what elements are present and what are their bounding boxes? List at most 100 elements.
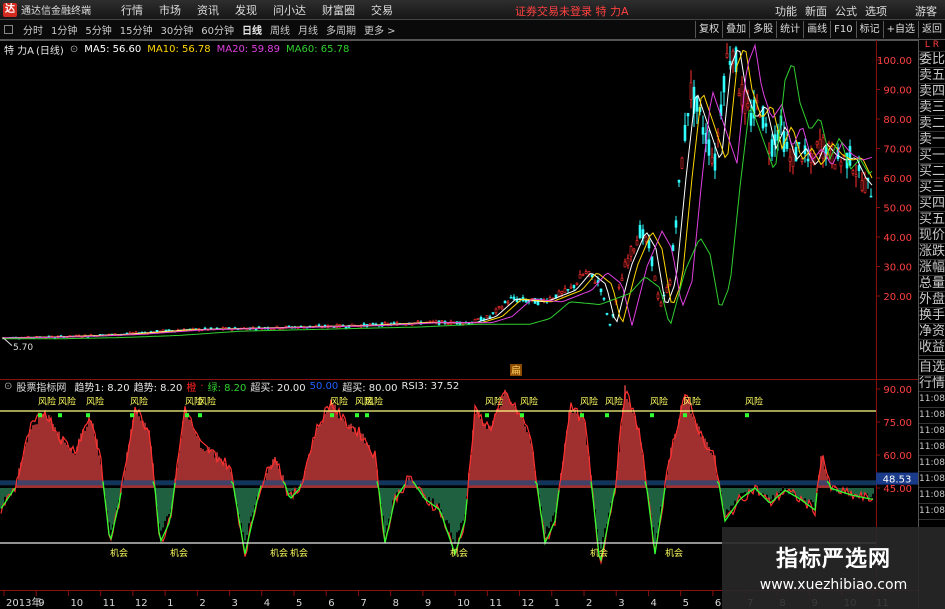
side-bottom-tab-2[interactable]: 11:08 [919, 392, 945, 408]
menu-item-function[interactable]: 功能 [771, 3, 801, 19]
side-panel-header[interactable]: L R [919, 40, 945, 52]
mark-button[interactable]: 标记 [855, 21, 883, 38]
candle-body [713, 153, 717, 171]
candle-body [728, 60, 732, 65]
side-tab-0[interactable]: 委比 [919, 52, 945, 68]
candle-body [572, 284, 576, 288]
candle-body [671, 245, 675, 252]
back-button[interactable]: 返回 [918, 21, 945, 38]
time-tick-label: 4 [650, 598, 656, 608]
ind-tick-label: 75.00 [883, 418, 912, 429]
side-tab-15[interactable]: 外盘 [919, 292, 945, 308]
side-bottom-tab-6[interactable]: 11:08 [919, 456, 945, 472]
side-tab-2[interactable]: 卖四 [919, 84, 945, 100]
chance-label: 机会 [665, 547, 683, 559]
menu-item-discover[interactable]: 发现 [227, 2, 265, 18]
menu-item-options[interactable]: 选项 [861, 3, 891, 19]
side-tab-17[interactable]: 净资 [919, 324, 945, 340]
menu-item-new-page[interactable]: 新面 [801, 3, 831, 19]
guest-label[interactable]: 游客 [911, 3, 941, 19]
side-bottom-tab-3[interactable]: 11:08 [919, 408, 945, 424]
side-tab-1[interactable]: 卖五 [919, 68, 945, 84]
period-tab-60min[interactable]: 60分钟 [197, 22, 238, 37]
side-tab-4[interactable]: 卖二 [919, 116, 945, 132]
side-tab-6[interactable]: 买一 [919, 148, 945, 164]
menu-item-formula[interactable]: 公式 [831, 3, 861, 19]
time-tick-label: 2 [199, 598, 205, 608]
trade-login-alert[interactable]: 证券交易未登录 特 力A [515, 3, 629, 19]
candle-body [740, 84, 744, 106]
period-tab-weekly[interactable]: 周线 [266, 22, 294, 37]
period-tab-more[interactable]: 更多 > [360, 22, 400, 37]
risk-label: 风险 [330, 395, 348, 407]
menu-item-trade[interactable]: 交易 [363, 2, 401, 18]
collapse-icon[interactable]: ⊙ [70, 44, 78, 55]
candle-body [344, 326, 348, 329]
side-tab-8[interactable]: 买三 [919, 180, 945, 196]
period-tab-30min[interactable]: 30分钟 [156, 22, 197, 37]
period-tab-multi[interactable]: 多周期 [322, 22, 360, 37]
risk-marker [365, 413, 369, 418]
risk-marker [38, 413, 42, 418]
candle-body [155, 330, 159, 332]
side-tab-10[interactable]: 买五 [919, 212, 945, 228]
side-tab-11[interactable]: 现价 [919, 228, 945, 244]
side-tab-3[interactable]: 卖三 [919, 100, 945, 116]
menu-item-wealth[interactable]: 财富圈 [314, 2, 363, 18]
period-tab-daily[interactable]: 日线 [238, 22, 266, 37]
candle-body [839, 161, 843, 167]
side-tab-16[interactable]: 换手 [919, 308, 945, 324]
menu-item-quotes[interactable]: 行情 [113, 2, 151, 18]
candle-body [815, 141, 819, 146]
side-bottom-tab-5[interactable]: 11:08 [919, 440, 945, 456]
candle-body [674, 220, 678, 228]
side-tab-9[interactable]: 买四 [919, 196, 945, 212]
indicator-name[interactable]: 股票指标网 [16, 379, 66, 394]
risk-label: 风险 [198, 395, 216, 407]
time-tick-label: 6 [715, 598, 721, 608]
side-bottom-tab-1[interactable]: 行情 [919, 376, 945, 392]
candle-body [623, 261, 627, 268]
indicator-item-overbought: 超买: 80.00 [342, 383, 398, 394]
price-tick-label: 100.00 [877, 56, 912, 67]
side-tab-14[interactable]: 总量 [919, 276, 945, 292]
candle-body [749, 112, 753, 126]
overlay-button[interactable]: 叠加 [722, 21, 749, 38]
period-tab-1min[interactable]: 1分钟 [47, 22, 81, 37]
menu-item-market[interactable]: 市场 [151, 2, 189, 18]
side-bottom-tab-0[interactable]: 自选 [919, 360, 945, 376]
side-bottom-tab-8[interactable]: 11:08 [919, 488, 945, 504]
layout-toggle-icon[interactable] [4, 25, 13, 34]
menu-item-ask[interactable]: 问小达 [265, 2, 314, 18]
period-tab-monthly[interactable]: 月线 [294, 22, 322, 37]
period-tab-timeshare[interactable]: 分时 [19, 22, 47, 37]
indicator-menu-icon[interactable]: ⊙ [4, 381, 12, 392]
side-tab-7[interactable]: 买二 [919, 164, 945, 180]
add-favorite-button[interactable]: +自选 [882, 21, 918, 38]
period-tab-15min[interactable]: 15分钟 [116, 22, 157, 37]
statistics-button[interactable]: 统计 [776, 21, 803, 38]
candle-body [680, 157, 684, 169]
stock-header: 特 力A (日线) ⊙ MA5: 56.60 MA10: 56.78 MA20:… [0, 42, 355, 57]
f10-button[interactable]: F10 [830, 21, 855, 38]
candle-body [563, 288, 567, 293]
side-bottom-tab-7[interactable]: 11:08 [919, 472, 945, 488]
time-tick-label: 11 [489, 598, 502, 608]
side-tab-12[interactable]: 涨跌 [919, 244, 945, 260]
kline-chart-area[interactable]: 100.00 90.00 80.00 70.00 60.00 50.00 40.00 30.0… [0, 40, 918, 608]
risk-label: 风险 [745, 395, 763, 407]
candle-body [287, 325, 291, 328]
candle-body [371, 322, 375, 325]
menu-item-news[interactable]: 资讯 [189, 2, 227, 18]
candle-body [548, 297, 552, 301]
side-tab-13[interactable]: 涨幅 [919, 260, 945, 276]
restore-rights-button[interactable]: 复权 [695, 21, 722, 38]
candle-body [575, 282, 579, 285]
side-tab-5[interactable]: 卖一 [919, 132, 945, 148]
side-bottom-tab-9[interactable]: 11:08 [919, 504, 945, 520]
period-tab-5min[interactable]: 5分钟 [81, 22, 115, 37]
side-bottom-tab-4[interactable]: 11:08 [919, 424, 945, 440]
side-tab-18[interactable]: 收益 [919, 340, 945, 356]
draw-line-button[interactable]: 画线 [803, 21, 830, 38]
multi-stock-button[interactable]: 多股 [749, 21, 776, 38]
